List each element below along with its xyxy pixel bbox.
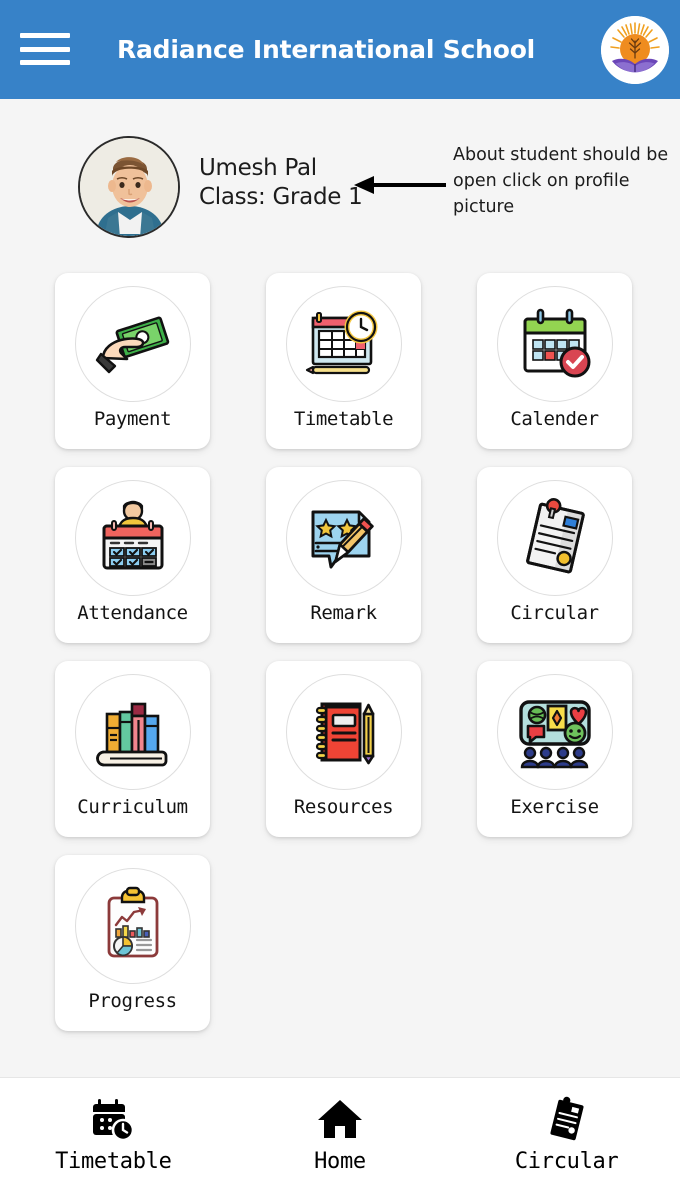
- calendar-check-icon: [496, 286, 613, 402]
- nav-label: Circular: [514, 1149, 619, 1174]
- hand-holding-money-icon: [74, 286, 191, 402]
- clipboard-chart-icon: [74, 868, 191, 984]
- menu-grid: Payment Timetable Calender Attendance Re…: [55, 273, 633, 1031]
- tile-label: Timetable: [293, 408, 394, 430]
- school-logo-icon[interactable]: [601, 16, 669, 84]
- tile-attendance[interactable]: Attendance: [55, 467, 210, 643]
- annotation-text: About student should be open click on pr…: [453, 145, 669, 217]
- tile-label: Curriculum: [77, 796, 188, 818]
- tile-exercise[interactable]: Exercise: [477, 661, 632, 837]
- nav-item-timetable[interactable]: Timetable: [23, 1093, 203, 1174]
- tile-timetable[interactable]: Timetable: [266, 273, 421, 449]
- tile-resources[interactable]: Resources: [266, 661, 421, 837]
- stacked-books-icon: [74, 674, 191, 790]
- tile-circular[interactable]: Circular: [477, 467, 632, 643]
- calendar-clock-icon: [89, 1093, 137, 1145]
- student-profile-photo: [80, 138, 178, 236]
- tile-calender[interactable]: Calender: [477, 273, 632, 449]
- app-title: Radiance International School: [116, 35, 536, 64]
- student-name: Umesh Pal: [199, 155, 317, 181]
- tile-label: Attendance: [77, 602, 188, 624]
- tile-label: Remark: [310, 602, 377, 624]
- student-profile-section: Umesh Pal Class: Grade 1 About student s…: [0, 120, 680, 250]
- tile-label: Exercise: [510, 796, 599, 818]
- logo-graphic: [601, 16, 669, 84]
- tile-label: Resources: [293, 796, 394, 818]
- arrow-graphic: [354, 176, 446, 194]
- profile-text-block: Umesh Pal Class: Grade 1: [199, 154, 363, 212]
- student-class: Class: Grade 1: [199, 184, 363, 210]
- tile-remark[interactable]: Remark: [266, 467, 421, 643]
- activity-board-people-icon: [496, 674, 613, 790]
- remark-note-pencil-stars-icon: [285, 480, 402, 596]
- tile-payment[interactable]: Payment: [55, 273, 210, 449]
- attendance-checklist-person-icon: [74, 480, 191, 596]
- app-header: Radiance International School: [0, 0, 680, 99]
- tile-label: Calender: [510, 408, 599, 430]
- bottom-navigation-bar: Timetable Home Circular: [0, 1077, 680, 1189]
- tile-label: Circular: [510, 602, 599, 624]
- nav-label: Home: [314, 1149, 366, 1174]
- nav-item-home[interactable]: Home: [250, 1093, 430, 1174]
- app-screen: Radiance International School Umesh Pal …: [0, 0, 680, 1189]
- nav-item-circular[interactable]: Circular: [477, 1093, 657, 1174]
- timetable-grid-clock-icon: [285, 286, 402, 402]
- pinned-document-icon: [543, 1093, 591, 1145]
- pinned-document-icon: [496, 480, 613, 596]
- nav-label: Timetable: [55, 1149, 172, 1174]
- tile-progress[interactable]: Progress: [55, 855, 210, 1031]
- home-house-icon: [316, 1093, 364, 1145]
- tile-label: Payment: [93, 408, 172, 430]
- tile-label: Progress: [88, 990, 177, 1012]
- avatar[interactable]: [78, 136, 180, 238]
- tile-curriculum[interactable]: Curriculum: [55, 661, 210, 837]
- red-notebook-pencil-icon: [285, 674, 402, 790]
- left-arrow-annotation-icon: [352, 172, 448, 198]
